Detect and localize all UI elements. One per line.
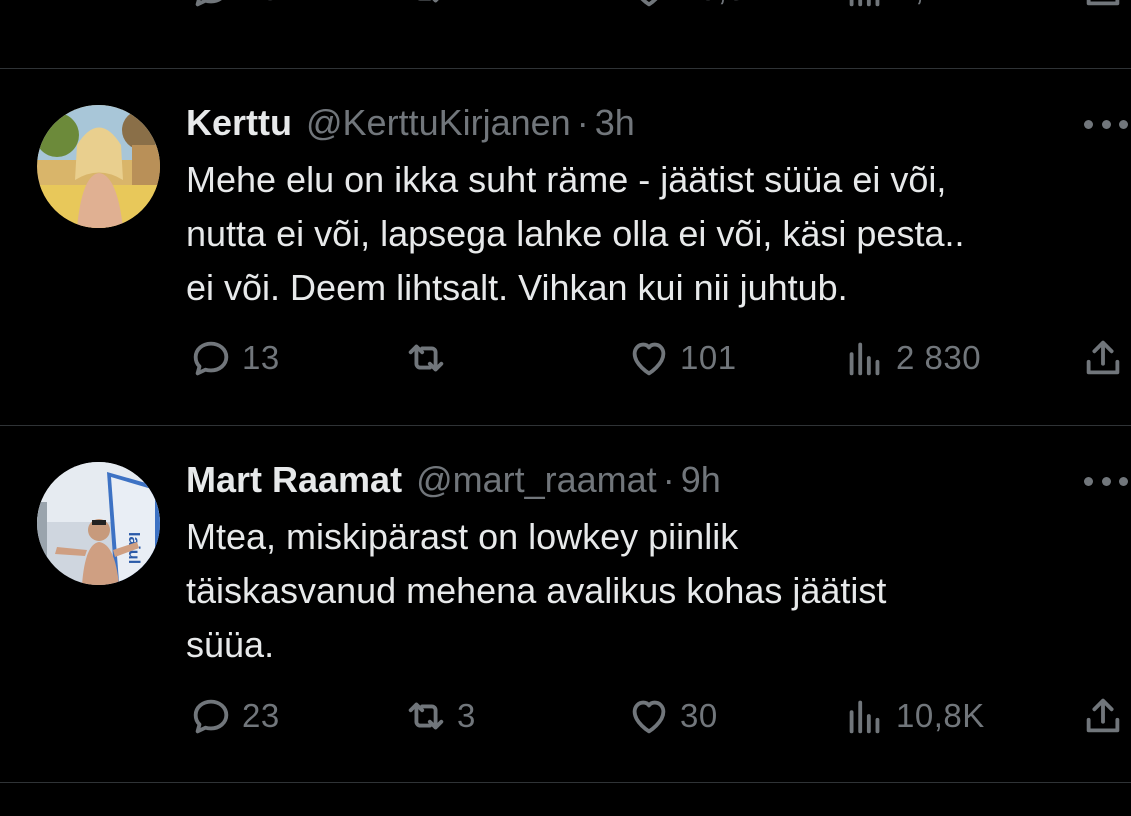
views-button[interactable]: 2 830 [842,333,981,383]
share-button[interactable] [1080,333,1126,383]
separator: · [576,102,589,143]
reply-button[interactable]: 13 [188,333,280,383]
like-icon [632,342,666,376]
like-count: 10,5K [680,0,769,8]
repost-icon [418,0,439,3]
user-handle[interactable]: @KerttuKirjanen [306,102,571,144]
share-icon [1086,698,1120,733]
previous-tweet-actions: 132 722 10,5K 7,4M [0,0,1131,24]
more-button[interactable] [1084,471,1128,491]
user-handle[interactable]: @mart_raamat [416,459,657,501]
share-icon [1086,340,1120,375]
repost-count: 3 [457,697,476,734]
reply-icon [195,0,222,7]
timestamp[interactable]: 3h [595,102,635,144]
reply-button[interactable]: 132 [188,0,299,14]
tweet-header: Mart Raamat @mart_raamat · 9h [186,459,721,501]
avatar[interactable] [37,105,160,228]
reply-icon [193,341,229,376]
repost-count: 722 [457,0,514,8]
like-button[interactable]: 101 [626,333,737,383]
reply-button[interactable]: 23 [188,691,280,741]
avatar-image [37,105,160,228]
like-icon [632,700,666,734]
more-button[interactable] [1084,114,1128,134]
separator: · [662,459,675,500]
avatar-image: Iaiul [37,462,160,585]
divider [0,425,1131,426]
like-icon [640,0,658,7]
reply-count: 23 [242,697,280,734]
more-icon [1084,476,1093,486]
like-button[interactable]: 30 [626,691,718,741]
views-icon [849,342,880,376]
reply-count: 132 [242,0,299,8]
display-name[interactable]: Mart Raamat [186,459,402,501]
tweet-header: Kerttu @KerttuKirjanen · 3h [186,102,635,144]
views-button[interactable]: 7,4M [842,0,971,14]
like-button[interactable]: 10,5K [626,0,769,14]
tweet-text: Mtea, miskipärast on lowkey piinlik täis… [186,516,887,665]
like-count: 101 [680,339,737,376]
divider [0,782,1131,783]
repost-icon [408,344,444,372]
views-count: 2 830 [896,339,982,376]
views-count: 10,8K [896,697,985,734]
share-button[interactable] [1080,0,1126,14]
avatar[interactable]: Iaiul [37,462,160,585]
timestamp[interactable]: 9h [681,459,721,501]
reply-icon [193,699,229,734]
views-count: 7,4M [896,0,971,8]
views-icon [849,700,880,734]
reply-count: 13 [242,339,280,376]
repost-button[interactable]: 722 [403,0,514,14]
tweet-text: Mehe elu on ikka suht räme - jäätist süü… [186,159,965,308]
share-icon [1086,0,1120,6]
repost-icon [408,702,444,730]
views-button[interactable]: 10,8K [842,691,985,741]
share-button[interactable] [1080,691,1126,741]
like-count: 30 [680,697,718,734]
repost-button[interactable] [403,333,457,383]
more-icon [1084,119,1093,129]
repost-button[interactable]: 3 [403,691,476,741]
divider [0,68,1131,69]
views-icon [849,0,880,7]
display-name[interactable]: Kerttu [186,102,292,144]
